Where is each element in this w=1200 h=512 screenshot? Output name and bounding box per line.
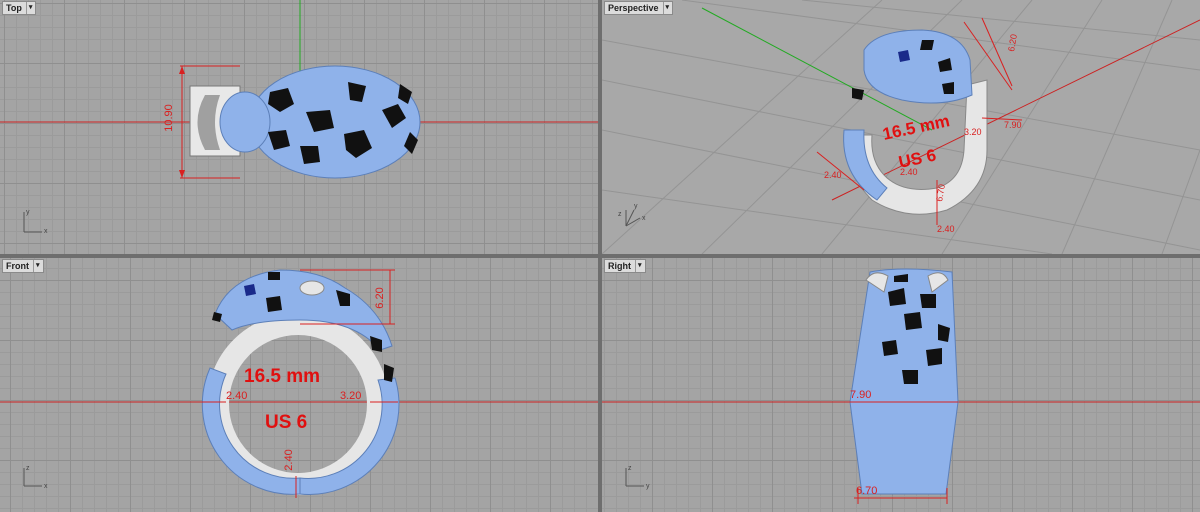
axis-icon: z y x (618, 203, 646, 227)
top-scene: 10.90 y x (0, 0, 598, 235)
viewport-right-title[interactable]: Right ▾ (604, 259, 646, 273)
dimension-label: 7.90 (850, 389, 871, 401)
perspective-scene: 6.20 7.90 2.40 3.20 2.40 6.70 2.40 16.5 … (602, 0, 1200, 254)
axis-y-label: y (634, 203, 638, 210)
axis-y-label: y (26, 209, 30, 216)
viewport-front-title[interactable]: Front ▾ (2, 259, 44, 273)
dimension-label: 2.40 (824, 170, 842, 180)
axis-z-label: z (26, 465, 30, 472)
viewport-front[interactable]: Front ▾ 6.20 2.40 3.20 2.40 16.5 mm US 6… (0, 258, 598, 512)
ring-right-view (849, 268, 959, 495)
axis-z-label: z (628, 465, 632, 472)
dimension-label: 3.20 (340, 390, 361, 402)
panther-eye (898, 50, 910, 62)
dimension-label: 2.40 (937, 224, 955, 234)
viewport-front-label: Front (6, 261, 29, 271)
chevron-down-icon[interactable]: ▾ (25, 2, 32, 14)
axis-icon: z y (625, 465, 650, 490)
dimension-label: 3.20 (964, 127, 982, 137)
panther-neck (219, 91, 271, 153)
panther-ear (299, 280, 325, 296)
size-mm-label: 16.5 mm (881, 111, 952, 144)
viewport-top[interactable]: Top ▾ 10.90 y x (0, 0, 598, 254)
axis-icon: z x (23, 465, 48, 490)
axis-y-label: y (646, 483, 650, 490)
viewport-right-label: Right (608, 261, 631, 271)
ring-top-view (189, 65, 421, 179)
panther-head (863, 29, 973, 104)
size-us-label: US 6 (265, 412, 307, 433)
viewport-perspective-title[interactable]: Perspective ▾ (604, 1, 674, 15)
viewport-right[interactable]: Right ▾ 7.90 6.70 z y (602, 258, 1200, 512)
chevron-down-icon[interactable]: ▾ (635, 260, 642, 272)
axis-x-label: x (642, 215, 646, 222)
viewport-perspective[interactable]: Perspective ▾ 6.20 7.90 2.40 3.20 2.40 6… (602, 0, 1200, 254)
axis-z-label: z (618, 211, 622, 218)
viewport-top-label: Top (6, 3, 22, 13)
dimension-label: 7.90 (1004, 120, 1022, 130)
axis-icon: y x (23, 209, 48, 235)
dimension-label: 6.70 (856, 485, 877, 497)
dimension-label: 6.20 (374, 287, 386, 308)
axis-x-label: x (44, 483, 48, 490)
size-us-label: US 6 (897, 145, 938, 171)
dimension-label: 2.40 (226, 390, 247, 402)
dimension-label: 10.90 (163, 104, 175, 132)
size-mm-label: 16.5 mm (244, 366, 320, 387)
panther-eye (244, 284, 256, 296)
chevron-down-icon[interactable]: ▾ (662, 2, 669, 14)
dimension-label: 6.20 (1006, 33, 1019, 52)
viewport-top-title[interactable]: Top ▾ (2, 1, 37, 15)
right-scene: 7.90 6.70 z y (602, 268, 1200, 504)
viewport-layout: Top ▾ 10.90 y x Perspective ▾ 6.20 7.90 … (0, 0, 1200, 512)
dimension-label: 2.40 (283, 449, 295, 470)
axis-x-label: x (44, 228, 48, 235)
viewport-perspective-label: Perspective (608, 3, 659, 13)
chevron-down-icon[interactable]: ▾ (33, 260, 40, 272)
front-scene: 6.20 2.40 3.20 2.40 16.5 mm US 6 z x (0, 269, 598, 498)
